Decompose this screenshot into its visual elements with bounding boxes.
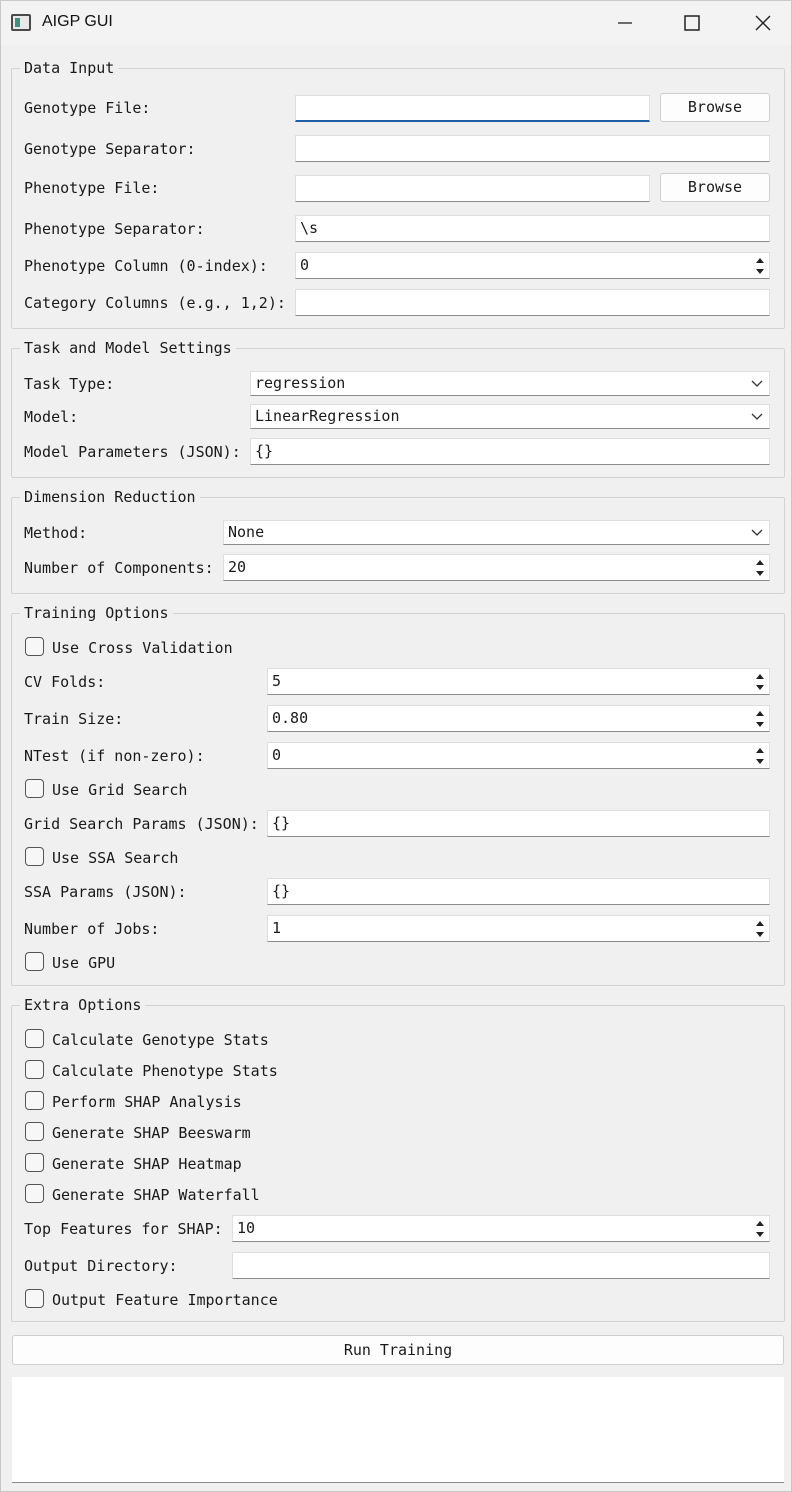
grid-params-input[interactable]: {} xyxy=(267,810,770,837)
chevron-down-icon xyxy=(751,529,763,536)
output-directory-input[interactable] xyxy=(232,1252,770,1279)
ntest-label: NTest (if non-zero): xyxy=(24,747,205,765)
main-window: AIGP GUI Data Input Genotype File: Brows… xyxy=(0,0,792,1492)
genotype-separator-label: Genotype Separator: xyxy=(24,140,196,158)
spin-arrows-icon[interactable] xyxy=(753,708,767,730)
select-value: LinearRegression xyxy=(255,407,400,425)
minimize-button[interactable] xyxy=(597,1,653,45)
top-features-label: Top Features for SHAP: xyxy=(24,1220,223,1238)
feature-importance-label: Output Feature Importance xyxy=(52,1291,278,1309)
phenotype-column-spinbox[interactable]: 0 xyxy=(295,252,770,279)
use-cross-validation-checkbox[interactable] xyxy=(25,637,44,656)
task-type-select[interactable]: regression xyxy=(250,371,770,396)
shap-heatmap-checkbox[interactable] xyxy=(25,1153,44,1172)
components-spinbox[interactable]: 20 xyxy=(223,554,770,581)
shap-beeswarm-label: Generate SHAP Beeswarm xyxy=(52,1124,251,1142)
spinbox-value: 5 xyxy=(272,672,282,690)
spin-arrows-icon[interactable] xyxy=(753,1218,767,1240)
model-params-input[interactable]: {} xyxy=(250,438,770,465)
title-bar[interactable]: AIGP GUI xyxy=(1,1,791,45)
ssa-params-label: SSA Params (JSON): xyxy=(24,883,187,901)
ssa-params-input[interactable]: {} xyxy=(267,878,770,905)
cv-folds-spinbox[interactable]: 5 xyxy=(267,668,770,695)
model-params-label: Model Parameters (JSON): xyxy=(24,443,241,461)
phenotype-stats-label: Calculate Phenotype Stats xyxy=(52,1062,278,1080)
jobs-spinbox[interactable]: 1 xyxy=(267,915,770,942)
select-value: regression xyxy=(255,374,346,392)
genotype-file-input[interactable] xyxy=(295,95,650,122)
ntest-spinbox[interactable]: 0 xyxy=(267,742,770,769)
train-size-label: Train Size: xyxy=(24,710,124,728)
window-title: AIGP GUI xyxy=(42,13,113,30)
group-title: Task and Model Settings xyxy=(20,339,236,357)
spin-arrows-icon[interactable] xyxy=(753,255,767,277)
components-label: Number of Components: xyxy=(24,559,214,577)
spin-arrows-icon[interactable] xyxy=(753,557,767,579)
method-select[interactable]: None xyxy=(223,520,770,545)
cv-folds-label: CV Folds: xyxy=(24,673,106,691)
shap-heatmap-label: Generate SHAP Heatmap xyxy=(52,1155,242,1173)
close-button[interactable] xyxy=(735,1,791,45)
phenotype-stats-checkbox[interactable] xyxy=(25,1060,44,1079)
model-label: Model: xyxy=(24,408,79,426)
phenotype-separator-input[interactable]: \s xyxy=(295,215,770,242)
maximize-button[interactable] xyxy=(664,1,720,45)
shap-analysis-label: Perform SHAP Analysis xyxy=(52,1093,242,1111)
spinbox-value: 1 xyxy=(272,919,282,937)
use-ssa-search-checkbox[interactable] xyxy=(25,847,44,866)
chevron-down-icon xyxy=(751,413,763,420)
use-gpu-label: Use GPU xyxy=(52,954,116,972)
phenotype-column-label: Phenotype Column (0-index): xyxy=(24,257,268,275)
use-cross-validation-label: Use Cross Validation xyxy=(52,639,233,657)
output-directory-label: Output Directory: xyxy=(24,1257,178,1275)
phenotype-file-input[interactable] xyxy=(295,175,650,202)
group-title: Data Input xyxy=(20,59,119,77)
spinbox-value: 0.80 xyxy=(272,709,309,727)
maximize-icon xyxy=(684,15,700,31)
genotype-file-label: Genotype File: xyxy=(24,99,151,117)
use-grid-search-checkbox[interactable] xyxy=(25,779,44,798)
spinbox-value: 10 xyxy=(237,1219,256,1237)
genotype-separator-input[interactable] xyxy=(295,135,770,162)
use-gpu-checkbox[interactable] xyxy=(25,952,44,971)
group-title: Training Options xyxy=(20,604,173,622)
spin-arrows-icon[interactable] xyxy=(753,918,767,940)
spin-arrows-icon[interactable] xyxy=(753,671,767,693)
close-icon xyxy=(755,15,771,31)
use-grid-search-label: Use Grid Search xyxy=(52,781,188,799)
output-log[interactable] xyxy=(12,1377,784,1483)
genotype-stats-checkbox[interactable] xyxy=(25,1029,44,1048)
model-select[interactable]: LinearRegression xyxy=(250,404,770,429)
spinbox-value: 0 xyxy=(272,746,282,764)
select-value: None xyxy=(228,523,265,541)
phenotype-browse-button[interactable]: Browse xyxy=(660,173,770,202)
phenotype-separator-label: Phenotype Separator: xyxy=(24,220,205,238)
shap-waterfall-checkbox[interactable] xyxy=(25,1184,44,1203)
feature-importance-checkbox[interactable] xyxy=(25,1289,44,1308)
task-type-label: Task Type: xyxy=(24,375,115,393)
app-icon xyxy=(11,14,31,31)
category-columns-input[interactable] xyxy=(295,289,770,316)
jobs-label: Number of Jobs: xyxy=(24,920,160,938)
shap-analysis-checkbox[interactable] xyxy=(25,1091,44,1110)
train-size-spinbox[interactable]: 0.80 xyxy=(267,705,770,732)
phenotype-file-label: Phenotype File: xyxy=(24,179,160,197)
category-columns-label: Category Columns (e.g., 1,2): xyxy=(24,294,286,312)
grid-params-label: Grid Search Params (JSON): xyxy=(24,815,259,833)
shap-beeswarm-checkbox[interactable] xyxy=(25,1122,44,1141)
spinbox-value: 0 xyxy=(300,256,310,274)
genotype-browse-button[interactable]: Browse xyxy=(660,93,770,122)
group-title: Extra Options xyxy=(20,996,146,1014)
genotype-stats-label: Calculate Genotype Stats xyxy=(52,1031,269,1049)
chevron-down-icon xyxy=(751,380,763,387)
method-label: Method: xyxy=(24,524,88,542)
run-training-button[interactable]: Run Training xyxy=(12,1335,784,1365)
top-features-spinbox[interactable]: 10 xyxy=(232,1215,770,1242)
minimize-icon xyxy=(618,22,632,24)
spinbox-value: 20 xyxy=(228,558,247,576)
shap-waterfall-label: Generate SHAP Waterfall xyxy=(52,1186,260,1204)
group-title: Dimension Reduction xyxy=(20,488,200,506)
spin-arrows-icon[interactable] xyxy=(753,745,767,767)
use-ssa-search-label: Use SSA Search xyxy=(52,849,179,867)
